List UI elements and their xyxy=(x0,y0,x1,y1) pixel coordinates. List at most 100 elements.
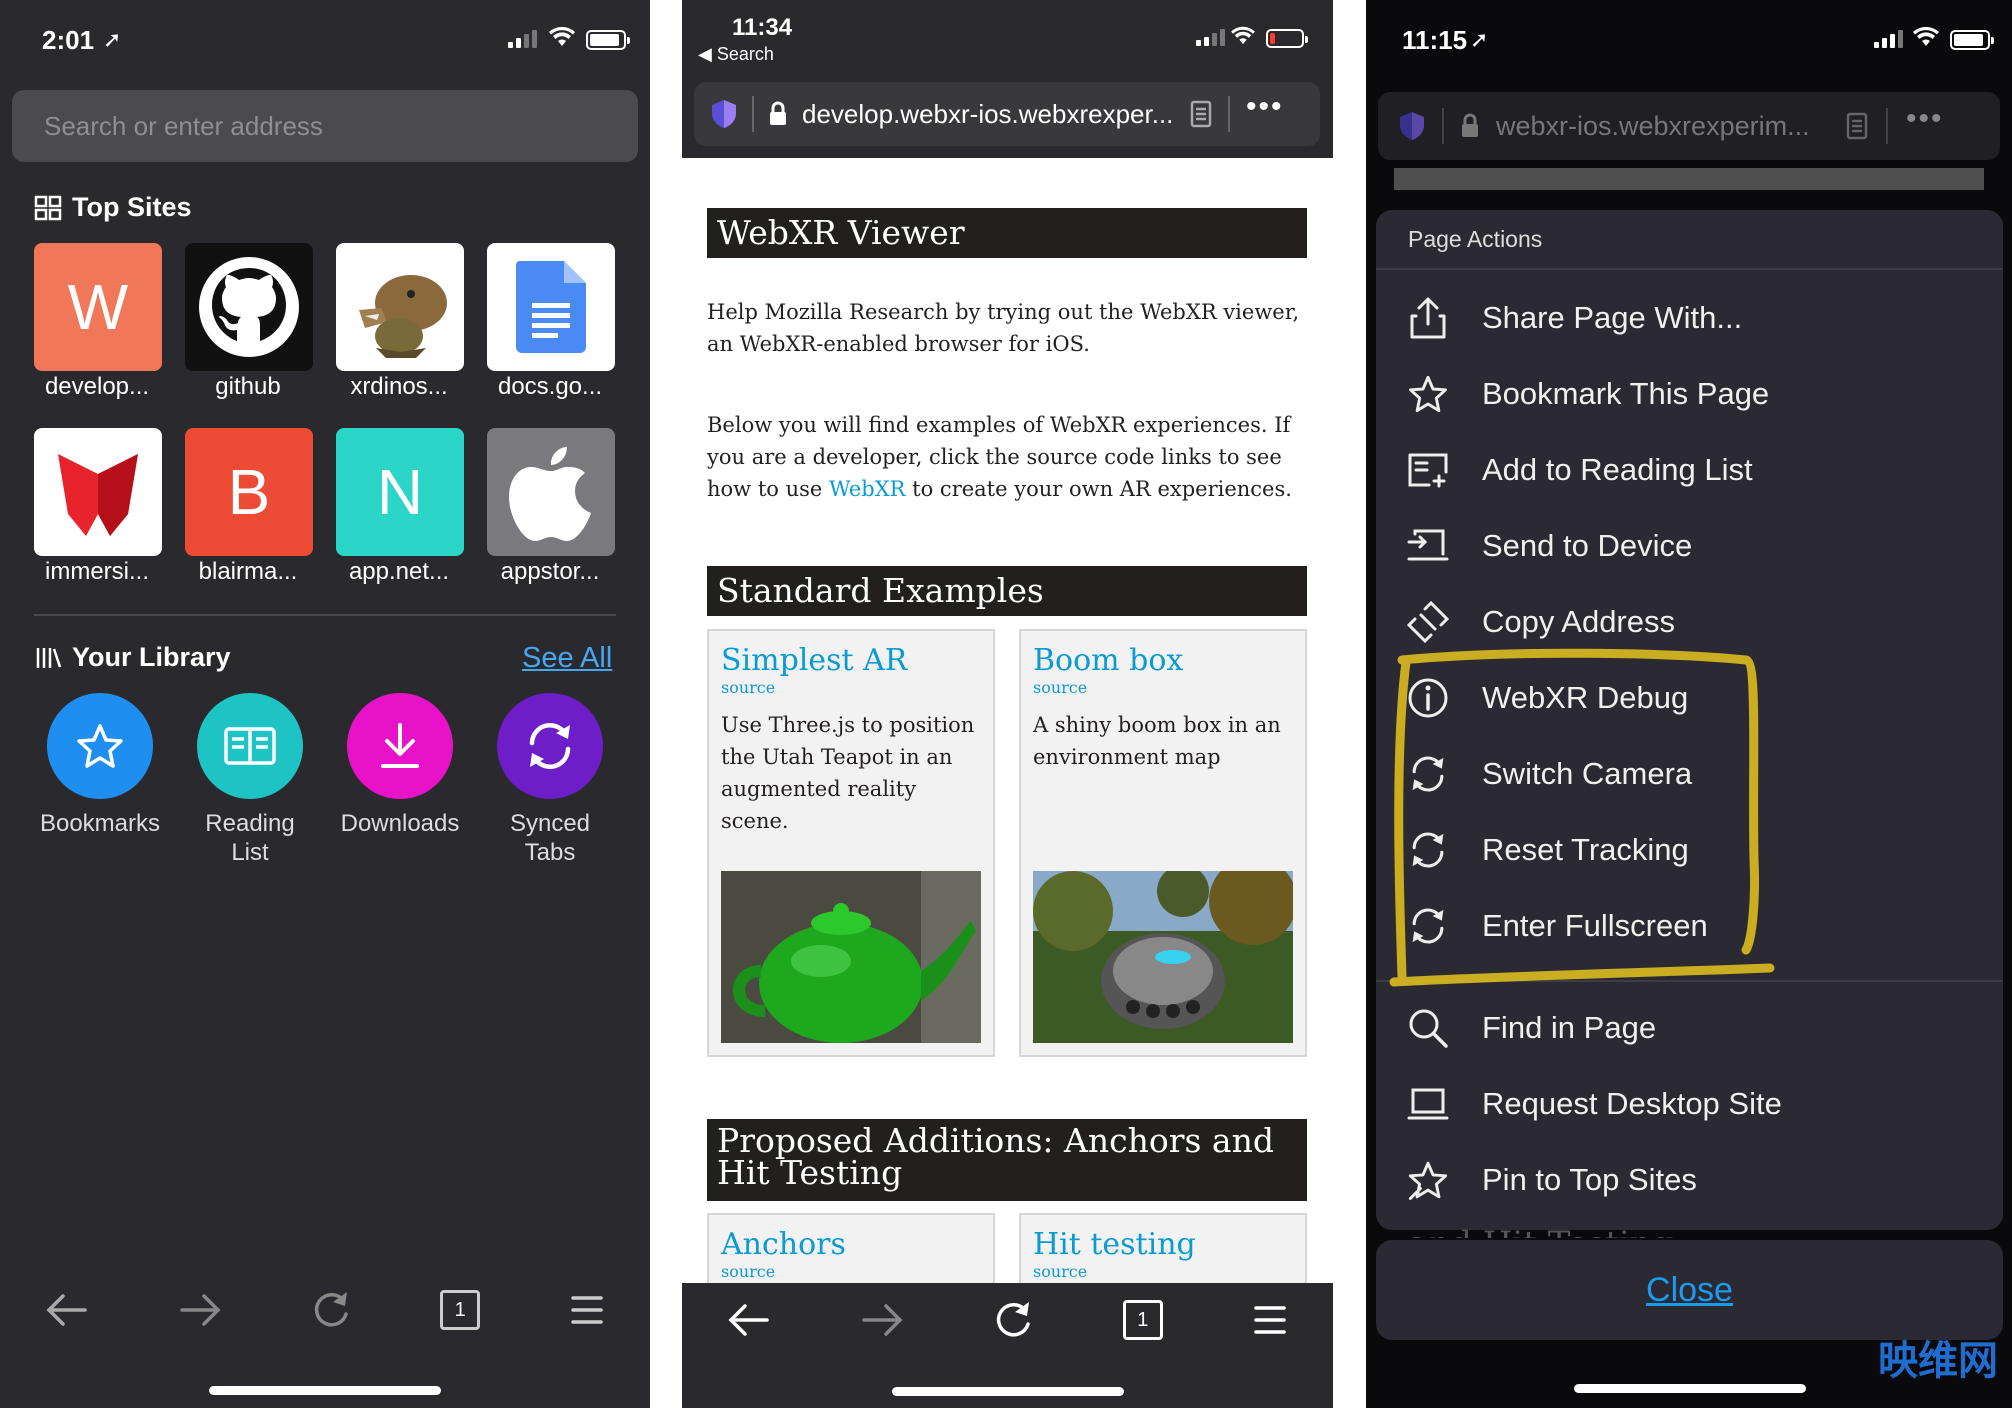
section-heading: Proposed Additions: Anchors and Hit Test… xyxy=(707,1119,1307,1201)
card-title-link[interactable]: Boom box xyxy=(1033,643,1293,678)
top-site-tile-develop[interactable]: W xyxy=(34,243,162,371)
card-description: Use Three.js to position the Utah Teapot… xyxy=(721,713,975,833)
example-card-simplest-ar[interactable]: Simplest AR source Use Three.js to posit… xyxy=(707,629,995,1057)
source-link[interactable]: source xyxy=(721,678,981,697)
library-label: Reading List xyxy=(205,810,295,866)
see-all-link[interactable]: See All xyxy=(522,642,612,675)
book-icon xyxy=(224,727,276,765)
library-icon xyxy=(36,647,62,668)
back-to-search-link[interactable]: ◀ Search xyxy=(698,44,774,65)
top-site-tile-docs[interactable] xyxy=(487,243,615,371)
library-label: Synced Tabs xyxy=(509,810,591,866)
reader-mode-icon[interactable] xyxy=(1190,100,1212,128)
library-header: Your Library xyxy=(34,642,231,673)
page-actions-screen: 11:15 ➚ webxr-ios.webxrexperim... ••• Pa… xyxy=(1366,0,2012,1408)
section-heading: Standard Examples xyxy=(707,566,1307,616)
back-arrow-icon[interactable] xyxy=(727,1302,771,1338)
tile-letter: B xyxy=(227,456,271,528)
tile-letter: N xyxy=(376,456,424,528)
home-indicator xyxy=(1574,1384,1806,1393)
grid-icon xyxy=(34,195,62,220)
back-arrow-icon[interactable] xyxy=(45,1292,89,1328)
top-site-label: docs.go... xyxy=(497,373,603,400)
webxr-link[interactable]: WebXR xyxy=(829,477,906,501)
forward-arrow-icon[interactable] xyxy=(860,1302,904,1338)
top-site-tile-immersive[interactable] xyxy=(34,428,162,556)
top-site-tile-xrdinos[interactable] xyxy=(336,243,464,371)
wifi-icon xyxy=(1231,26,1255,45)
tabs-counter-button[interactable]: 1 xyxy=(1122,1300,1163,1340)
tile-letter: W xyxy=(67,271,129,343)
firefox-home-screen: 2:01 ➚ Search or enter address Top Sites… xyxy=(0,0,650,1408)
status-time: 2:01 xyxy=(42,25,95,55)
browser-header: 11:34 ◀ Search develop.webxr-ios.webxrex… xyxy=(682,0,1333,158)
home-indicator xyxy=(209,1386,441,1395)
reload-icon[interactable] xyxy=(993,1300,1033,1340)
wifi-icon xyxy=(549,26,575,46)
divider xyxy=(752,96,754,132)
star-icon xyxy=(77,724,123,768)
immersive-web-logo xyxy=(58,454,138,536)
lock-icon xyxy=(770,101,786,125)
card-description: A shiny boom box in an environment map xyxy=(1033,713,1281,769)
top-site-tile-blairma[interactable]: B xyxy=(185,428,313,556)
google-docs-icon xyxy=(516,261,586,353)
page-title: WebXR Viewer xyxy=(707,208,1307,258)
address-bar[interactable]: develop.webxr-ios.webxrexper... ••• xyxy=(694,82,1320,146)
signal-icon xyxy=(1196,28,1225,46)
boom-box-image xyxy=(1033,871,1293,1043)
top-site-label: app.net... xyxy=(348,558,450,585)
source-link[interactable]: source xyxy=(1033,678,1293,697)
watermark-text: 映维网 xyxy=(1878,1339,1998,1383)
top-site-label: develop... xyxy=(44,373,150,400)
apple-logo-icon xyxy=(509,447,591,541)
top-site-tile-github[interactable] xyxy=(185,243,313,371)
top-sites-header: Top Sites xyxy=(34,192,192,223)
download-icon xyxy=(381,723,419,768)
downloads-button[interactable] xyxy=(347,693,453,799)
highlight-annotation xyxy=(1389,648,1775,987)
card-title-link[interactable]: Hit testing xyxy=(1033,1227,1293,1262)
tabs-counter-button[interactable]: 1 xyxy=(440,1290,481,1330)
url-text: develop.webxr-ios.webxrexper... xyxy=(802,98,1174,129)
top-site-tile-appstore[interactable] xyxy=(487,428,615,556)
card-title-link[interactable]: Anchors xyxy=(721,1227,981,1262)
intro-paragraph: Help Mozilla Research by trying out the … xyxy=(707,300,1300,356)
top-sites-title: Top Sites xyxy=(72,192,192,222)
top-site-tile-appnet[interactable]: N xyxy=(336,428,464,556)
top-site-label: immersi... xyxy=(45,558,149,585)
card-title-link[interactable]: Simplest AR xyxy=(721,643,981,678)
library-label: Bookmarks xyxy=(39,810,161,837)
reading-list-button[interactable] xyxy=(197,693,303,799)
tracking-shield-icon xyxy=(712,100,736,128)
library-label: Downloads xyxy=(340,810,460,837)
divider xyxy=(1228,96,1230,132)
teapot-image xyxy=(721,871,981,1043)
bottom-toolbar: 1 xyxy=(682,1290,1333,1350)
top-site-label: xrdinos... xyxy=(350,373,448,400)
divider xyxy=(34,614,616,616)
synced-tabs-button[interactable] xyxy=(497,693,603,799)
source-link[interactable]: source xyxy=(1033,1262,1293,1281)
dinosaur-image xyxy=(359,275,447,358)
battery-icon xyxy=(586,30,630,50)
source-link[interactable]: source xyxy=(721,1262,981,1281)
home-indicator xyxy=(892,1387,1124,1396)
forward-arrow-icon[interactable] xyxy=(178,1292,222,1328)
menu-icon[interactable] xyxy=(1252,1303,1288,1337)
address-search-input[interactable]: Search or enter address xyxy=(12,90,638,162)
more-options-icon[interactable]: ••• xyxy=(1246,90,1284,124)
reload-icon[interactable] xyxy=(311,1290,351,1330)
github-logo-icon xyxy=(199,257,299,357)
location-arrow-icon: ➚ xyxy=(103,27,122,52)
webxr-viewer-page: 11:34 ◀ Search develop.webxr-ios.webxrex… xyxy=(682,0,1333,1408)
bookmarks-button[interactable] xyxy=(47,693,153,799)
example-card-boom-box[interactable]: Boom box source A shiny boom box in an e… xyxy=(1019,629,1307,1057)
status-time: 11:34 xyxy=(732,14,793,41)
top-site-label: github xyxy=(215,373,281,400)
battery-low-icon xyxy=(1266,29,1308,48)
menu-icon[interactable] xyxy=(569,1293,605,1327)
top-site-label: blairma... xyxy=(198,558,298,585)
status-bar: 2:01 ➚ xyxy=(0,0,650,80)
signal-icon xyxy=(508,28,537,48)
